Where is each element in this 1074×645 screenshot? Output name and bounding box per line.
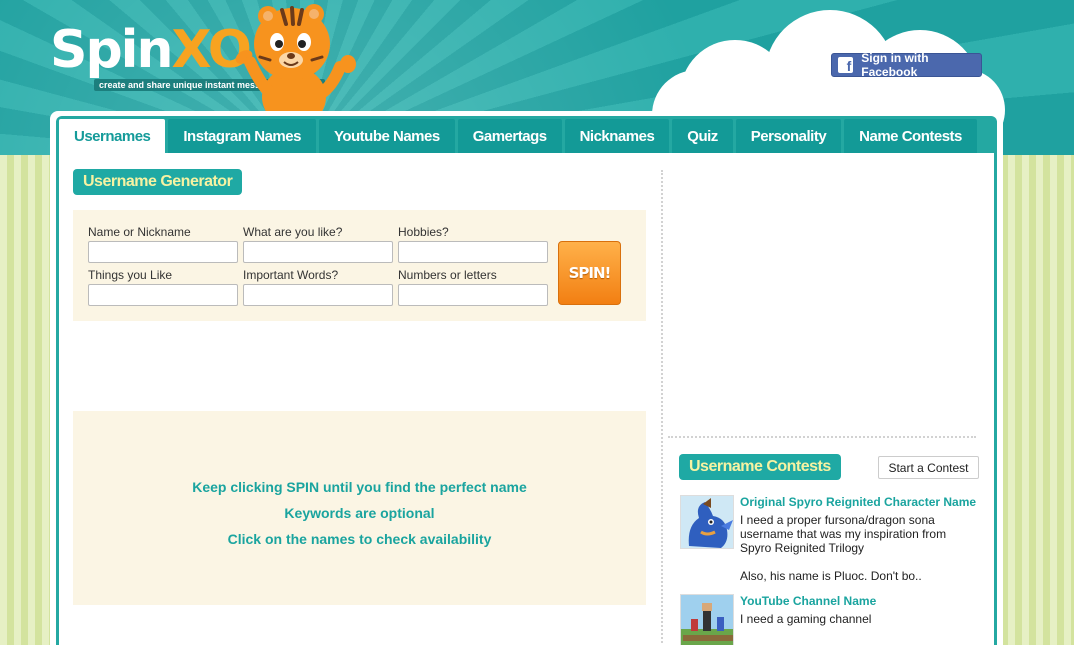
section-divider xyxy=(668,436,976,438)
dragon-avatar-icon xyxy=(681,496,733,548)
column-divider xyxy=(661,170,663,645)
tab-personality[interactable]: Personality xyxy=(735,119,842,153)
numbers-field-label: Numbers or letters xyxy=(398,268,497,282)
tab-gamertags[interactable]: Gamertags xyxy=(457,119,562,153)
username-generator-title: Username Generator xyxy=(73,169,243,195)
spin-button[interactable]: SPIN! xyxy=(558,241,621,305)
tips-box: Keep clicking SPIN until you find the pe… xyxy=(73,411,646,605)
tab-usernames[interactable]: Usernames xyxy=(59,119,166,153)
tab-instagram-names[interactable]: Instagram Names xyxy=(168,119,316,153)
contest-title-link[interactable]: Original Spyro Reignited Character Name xyxy=(740,495,976,509)
words-input[interactable] xyxy=(243,284,393,306)
site-logo[interactable]: SpinXO xyxy=(50,20,252,80)
facebook-signin-label: Sign in with Facebook xyxy=(861,51,929,79)
tab-name-contests[interactable]: Name Contests xyxy=(844,119,977,153)
contest-item: YouTube Channel Name I need a gaming cha… xyxy=(680,594,980,645)
name-input[interactable] xyxy=(88,241,238,263)
contest-description-extra: Also, his name is Pluoc. Don't bo.. xyxy=(740,569,922,583)
tip-text: Keywords are optional xyxy=(284,505,435,521)
hobbies-input[interactable] xyxy=(398,241,548,263)
tab-nicknames[interactable]: Nicknames xyxy=(564,119,670,153)
contest-item: Original Spyro Reignited Character Name … xyxy=(680,495,980,585)
logo-spin-text: Spin xyxy=(50,20,174,80)
facebook-icon: f xyxy=(838,57,854,73)
tip-text: Click on the names to check availability xyxy=(227,531,492,547)
likes-input[interactable] xyxy=(88,284,238,306)
tiger-mascot-icon xyxy=(235,4,356,112)
contest-thumbnail[interactable] xyxy=(680,495,734,549)
tab-youtube-names[interactable]: Youtube Names xyxy=(318,119,455,153)
numbers-input[interactable] xyxy=(398,284,548,306)
start-contest-button[interactable]: Start a Contest xyxy=(878,456,979,479)
username-contests-title: Username Contests xyxy=(679,454,841,480)
nav-tabs: Usernames Instagram Names Youtube Names … xyxy=(59,119,977,153)
words-field-label: Important Words? xyxy=(243,268,339,282)
hobbies-field-label: Hobbies? xyxy=(398,225,449,239)
contest-description: I need a proper fursona/dragon sona user… xyxy=(740,513,980,583)
likes-field-label: Things you Like xyxy=(88,268,173,282)
contest-description: I need a gaming channel xyxy=(740,612,872,626)
facebook-signin-button[interactable]: f Sign in with Facebook xyxy=(831,51,982,79)
contest-description-text: I need a proper fursona/dragon sona user… xyxy=(740,513,947,555)
minecraft-scene-icon xyxy=(681,595,733,645)
personality-input[interactable] xyxy=(243,241,393,263)
tip-text: Keep clicking SPIN until you find the pe… xyxy=(192,479,527,495)
contest-title-link[interactable]: YouTube Channel Name xyxy=(740,594,876,608)
name-field-label: Name or Nickname xyxy=(88,225,191,239)
tab-quiz[interactable]: Quiz xyxy=(672,119,733,153)
contest-thumbnail[interactable] xyxy=(680,594,734,645)
personality-field-label: What are you like? xyxy=(243,225,343,239)
